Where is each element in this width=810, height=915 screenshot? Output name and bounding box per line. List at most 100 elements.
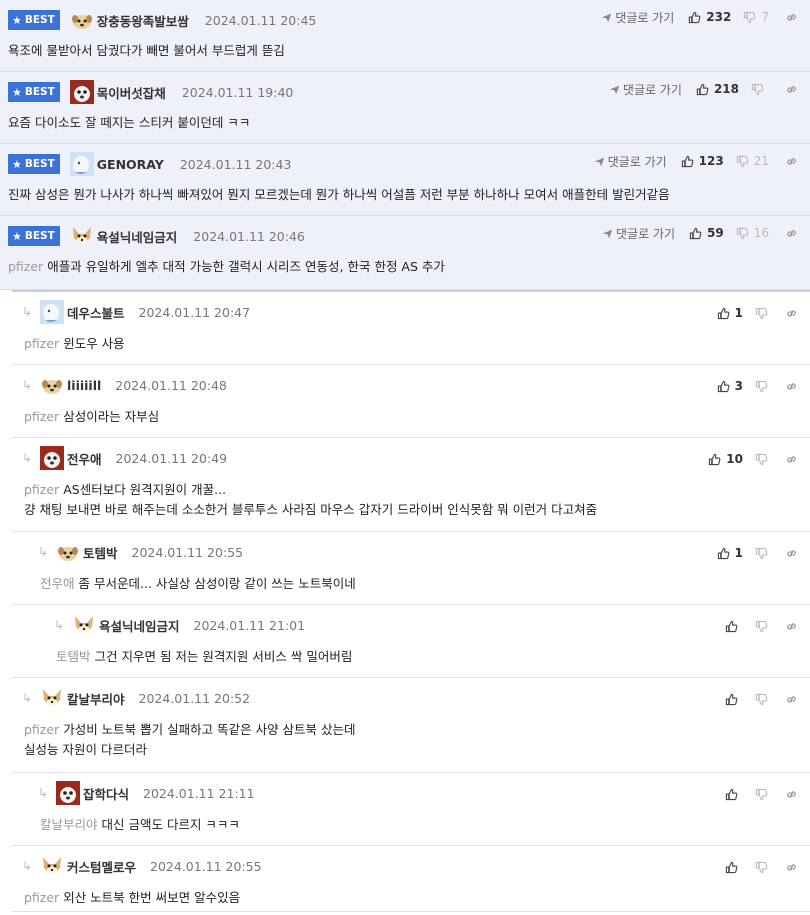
like-button[interactable]: 10: [708, 452, 743, 466]
comment-header: ↳ 욕설닉네임금지 2024.01.11 21:01: [54, 615, 305, 635]
avatar[interactable]: [72, 613, 96, 637]
mention[interactable]: pfizer: [24, 482, 59, 497]
dislike-button[interactable]: [755, 453, 769, 466]
like-button[interactable]: [725, 861, 743, 874]
avatar[interactable]: [40, 373, 64, 397]
comment-line: 전우애 좀 무서운데... 사실상 삼성이랑 같이 쓰는 노트북이네: [40, 574, 356, 594]
avatar[interactable]: [69, 80, 94, 104]
like-button[interactable]: [725, 693, 743, 706]
like-button[interactable]: 1: [717, 546, 743, 560]
dislike-button[interactable]: [755, 547, 769, 560]
reply-arrow-icon: ↳: [38, 786, 49, 800]
dislike-button[interactable]: [755, 788, 769, 801]
like-button[interactable]: [725, 788, 743, 801]
best-comment: ★ BEST 욕설닉네임금지 2024.01.11 20:46 댓글로 가기 59 16 pf…: [0, 216, 810, 290]
like-button[interactable]: 59: [689, 226, 724, 240]
avatar[interactable]: [56, 781, 80, 805]
timestamp: 2024.01.11 20:55: [131, 544, 244, 560]
avatar[interactable]: [40, 446, 64, 470]
nickname[interactable]: 칼날부리야: [67, 689, 125, 708]
avatar[interactable]: [70, 224, 94, 248]
timestamp: 2024.01.11 19:40: [181, 84, 294, 100]
goto-comment-link[interactable]: 댓글로 가기: [609, 81, 682, 98]
dislike-button[interactable]: [755, 307, 769, 320]
best-comment: ★ BEST 장충동왕족발보쌈 2024.01.11 20:45 댓글로 가기 232 7 욕…: [0, 0, 810, 72]
link-icon[interactable]: [785, 620, 798, 633]
dislike-button[interactable]: [755, 693, 769, 706]
avatar[interactable]: [40, 686, 64, 710]
best-comment-list: ★ BEST 장충동왕족발보쌈 2024.01.11 20:45 댓글로 가기 232 7 욕…: [0, 0, 810, 290]
dislike-button[interactable]: 16: [736, 226, 769, 240]
comment-body: 대신 금액도 다르지 ㅋㅋㅋ: [101, 817, 240, 832]
dislike-button[interactable]: [755, 861, 769, 874]
mention[interactable]: pfizer: [24, 336, 59, 351]
comment-line: 칼날부리야 대신 금액도 다르지 ㅋㅋㅋ: [40, 815, 240, 835]
dislike-button[interactable]: 7: [743, 10, 769, 24]
nickname[interactable]: 전우애: [67, 449, 102, 468]
link-icon[interactable]: [785, 453, 798, 466]
mention[interactable]: pfizer: [24, 409, 59, 424]
link-icon[interactable]: [785, 693, 798, 706]
nickname[interactable]: 욕설닉네임금지: [99, 616, 180, 635]
avatar[interactable]: [56, 540, 80, 564]
link-icon[interactable]: [785, 155, 798, 168]
nickname[interactable]: 커스텀멜로우: [67, 857, 136, 876]
link-icon[interactable]: [785, 380, 798, 393]
link-icon[interactable]: [785, 788, 798, 801]
thumbs-up-icon: [689, 227, 702, 240]
goto-comment-link[interactable]: 댓글로 가기: [594, 153, 667, 170]
thumbs-up-icon: [708, 453, 721, 466]
timestamp: 2024.01.11 20:45: [204, 12, 317, 28]
mention[interactable]: 전우애: [40, 576, 75, 591]
reply-comment-list: ↳ 데우스불트 2024.01.11 20:47 1 pfizer 윈도우 사용 ↳ liii…: [12, 290, 810, 912]
reply-comment: ↳ 커스텀멜로우 2024.01.11 20:55 pfizer 외산 노트북 한번 써…: [12, 846, 810, 912]
timestamp: 2024.01.11 21:11: [143, 785, 255, 801]
nickname[interactable]: 욕설닉네임금지: [97, 227, 178, 246]
goto-comment-link[interactable]: 댓글로 가기: [601, 9, 674, 26]
nickname[interactable]: 잡학다식: [83, 784, 129, 803]
thumbs-down-icon: [755, 547, 768, 560]
dislike-button[interactable]: [751, 83, 769, 96]
nickname[interactable]: liiiiill: [67, 378, 101, 393]
nickname[interactable]: 목이버섯잡채: [97, 83, 166, 102]
like-button[interactable]: [725, 620, 743, 633]
goto-comment-label: 댓글로 가기: [615, 10, 675, 25]
like-count: 232: [706, 10, 732, 24]
like-button[interactable]: 1: [717, 306, 743, 320]
avatar[interactable]: [69, 152, 94, 176]
like-button[interactable]: 218: [696, 82, 739, 96]
star-icon: ★: [12, 229, 22, 243]
goto-comment-link[interactable]: 댓글로 가기: [602, 225, 675, 242]
comment-body: 가성비 노트북 뽑기 실패하고 똑같은 사양 삼트북 샀는데: [63, 722, 356, 737]
comment-text: pfizer AS센터보다 원격지원이 개꿀... 걍 채팅 보내면 바로 해주는데…: [24, 480, 597, 520]
like-button[interactable]: 3: [717, 379, 743, 393]
like-button[interactable]: 232: [688, 10, 731, 24]
avatar[interactable]: [70, 8, 94, 32]
link-icon[interactable]: [785, 861, 798, 874]
nickname[interactable]: 장충동왕족발보쌈: [97, 11, 189, 30]
mention[interactable]: 토템박: [56, 649, 91, 664]
dislike-button[interactable]: [755, 380, 769, 393]
comment-header: ★ BEST 장충동왕족발보쌈 2024.01.11 20:45: [8, 10, 316, 30]
link-icon[interactable]: [785, 11, 798, 24]
like-button[interactable]: 123: [681, 154, 724, 168]
mention[interactable]: pfizer: [8, 259, 43, 274]
link-icon[interactable]: [785, 227, 798, 240]
nickname[interactable]: GENORAY: [97, 157, 164, 172]
nickname[interactable]: 데우스불트: [67, 303, 125, 322]
link-icon[interactable]: [785, 307, 798, 320]
mention[interactable]: pfizer: [24, 890, 59, 905]
mention[interactable]: pfizer: [24, 722, 59, 737]
dislike-button[interactable]: 21: [736, 154, 769, 168]
nickname[interactable]: 토템박: [83, 543, 118, 562]
like-count: 218: [713, 82, 739, 96]
avatar[interactable]: [40, 300, 64, 324]
timestamp: 2024.01.11 20:52: [138, 690, 251, 706]
mention[interactable]: 칼날부리야: [40, 817, 98, 832]
comment-line: 실성능 자원이 다르더라: [24, 740, 356, 760]
avatar[interactable]: [40, 854, 64, 878]
thumbs-down-icon: [755, 307, 768, 320]
link-icon[interactable]: [785, 547, 798, 560]
link-icon[interactable]: [785, 83, 798, 96]
dislike-button[interactable]: [755, 620, 769, 633]
